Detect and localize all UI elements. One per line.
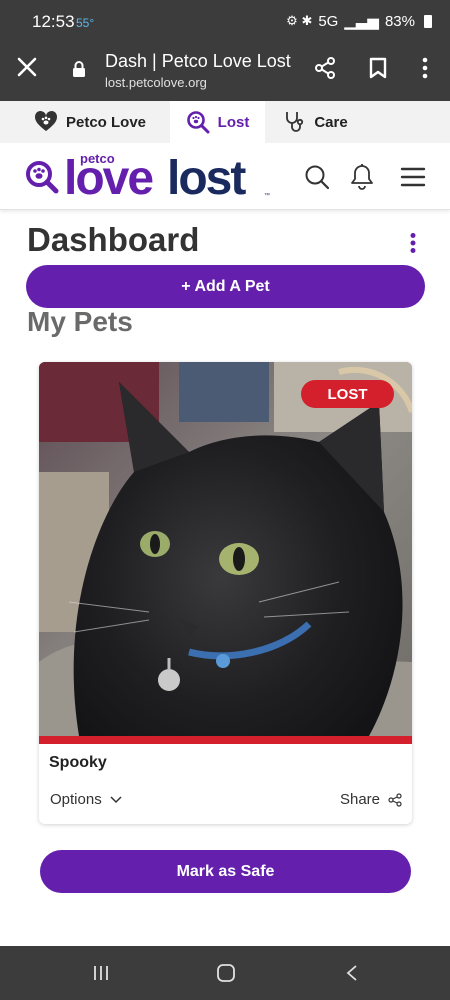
status-temperature: 55°: [76, 16, 95, 30]
petco-love-lost-logo[interactable]: petco love lost ™: [24, 149, 274, 207]
search-paw-icon: [186, 111, 210, 134]
logo-trademark: ™: [264, 193, 270, 199]
back-icon[interactable]: [345, 964, 359, 982]
logo-lost-text: lost: [167, 152, 246, 205]
mark-as-safe-button[interactable]: Mark as Safe: [40, 850, 411, 893]
pet-name[interactable]: Spooky: [49, 754, 107, 772]
battery-label: 83%: [384, 12, 415, 30]
share-icon: [388, 792, 402, 807]
browser-tab-title[interactable]: Dash | Petco Love Lost: [105, 51, 291, 72]
add-pet-button[interactable]: + Add A Pet: [26, 265, 425, 308]
battery-icon: [424, 14, 432, 28]
pet-options-label: Options: [50, 791, 102, 808]
pet-share-button[interactable]: Share: [340, 791, 402, 808]
site-header: petco love lost ™: [0, 143, 450, 210]
nav-label-petco-love: Petco Love: [65, 113, 147, 131]
status-bar: 12:53 55° ⚙ ✱ 5G ▁▃▅ 83%: [0, 0, 450, 44]
status-time: 12:53: [32, 12, 75, 31]
bookmark-icon[interactable]: [367, 56, 389, 80]
browser-menu-icon[interactable]: [415, 56, 435, 80]
heart-paw-icon: [34, 110, 58, 131]
nav-tab-petco-love[interactable]: Petco Love: [0, 101, 170, 143]
logo-love-text: love: [64, 152, 154, 205]
nav-tab-care[interactable]: Care: [265, 101, 355, 143]
dashboard-options-icon[interactable]: [406, 232, 420, 254]
stethoscope-icon: [286, 112, 304, 132]
lock-icon: [73, 61, 85, 77]
nav-label-lost: Lost: [217, 113, 250, 131]
search-icon[interactable]: [304, 164, 330, 190]
nav-label-care: Care: [314, 113, 348, 131]
lost-status-badge: LOST: [301, 380, 394, 408]
pet-photo: [39, 362, 412, 736]
share-icon[interactable]: [313, 56, 337, 80]
system-nav-bar: [0, 946, 450, 1000]
bluetooth-icon: ⚙ ✱: [286, 13, 313, 28]
pet-share-label: Share: [339, 791, 380, 808]
pet-card[interactable]: LOST Spooky Options Share: [39, 362, 412, 824]
status-indicators: ⚙ ✱ 5G ▁▃▅ 83%: [286, 12, 432, 30]
browser-toolbar: Dash | Petco Love Lost lost.petcolove.or…: [0, 44, 450, 101]
lost-status-strip: [39, 736, 412, 744]
pet-options-dropdown[interactable]: Options: [50, 791, 122, 808]
page-title: Dashboard: [27, 221, 200, 258]
browser-url[interactable]: lost.petcolove.org: [105, 75, 207, 90]
home-icon[interactable]: [216, 963, 236, 983]
search-paw-logo-icon: [26, 161, 59, 194]
my-pets-heading: My Pets: [27, 306, 133, 337]
notifications-bell-icon[interactable]: [349, 163, 375, 191]
close-icon[interactable]: [16, 56, 38, 78]
hamburger-menu-icon[interactable]: [400, 165, 426, 189]
signal-icon: ▁▃▅: [344, 13, 379, 30]
site-nav: Petco Love Lost Care: [0, 101, 450, 143]
nav-tab-lost[interactable]: Lost: [170, 101, 265, 143]
network-label: 5G: [318, 12, 339, 30]
recent-apps-icon[interactable]: [92, 964, 110, 982]
chevron-down-icon: [110, 795, 122, 803]
